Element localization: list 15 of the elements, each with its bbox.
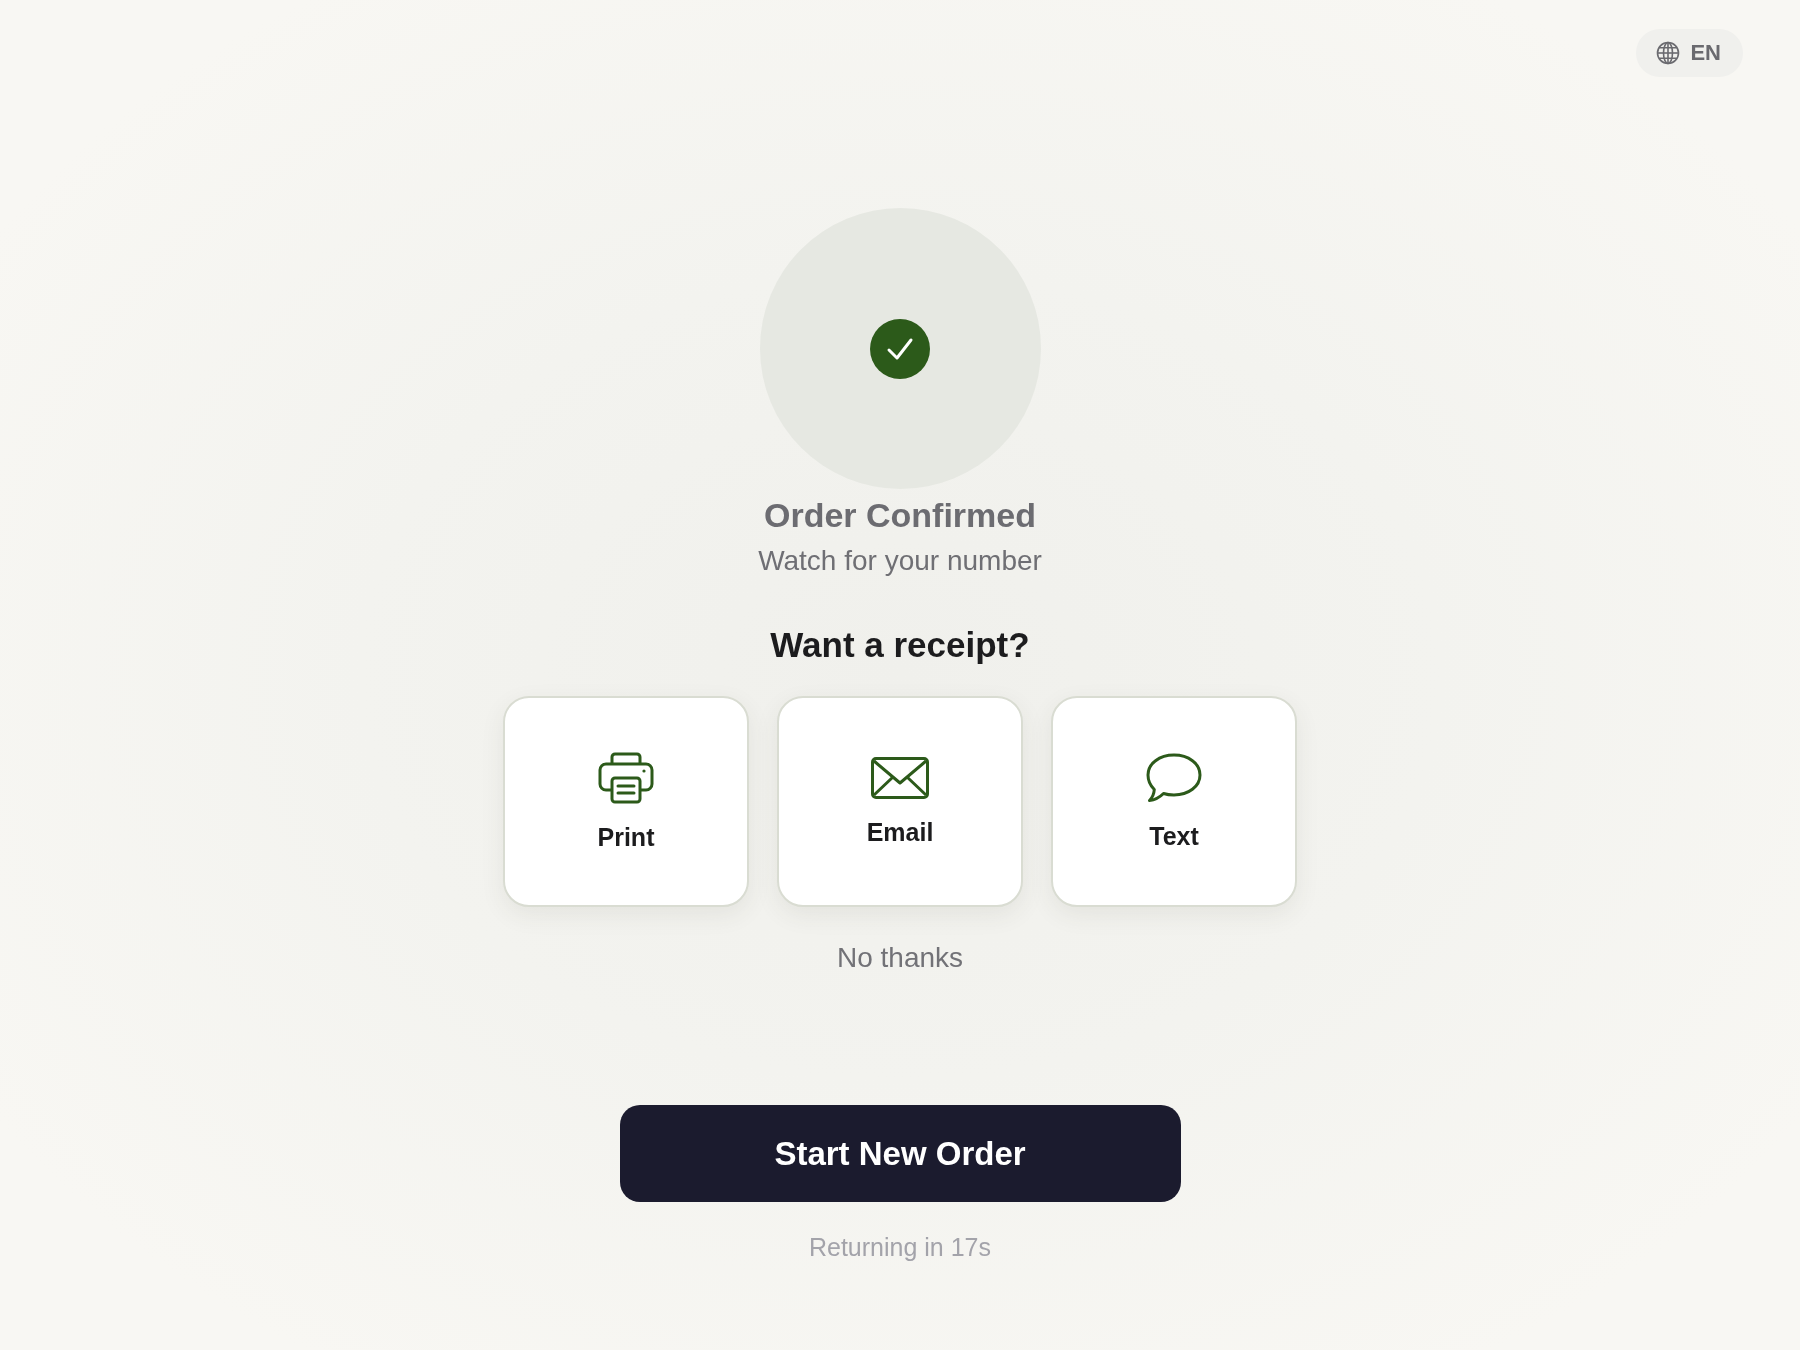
confirmation-subtitle: Watch for your number	[758, 544, 1042, 578]
print-receipt-button[interactable]: Print	[503, 696, 749, 907]
receipt-question: Want a receipt?	[770, 624, 1030, 666]
globe-icon	[1656, 41, 1681, 65]
confirmation-title: Order Confirmed	[763, 495, 1036, 535]
no-thanks-link[interactable]: No thanks	[830, 941, 970, 975]
envelope-icon	[871, 756, 929, 799]
countdown-text: Returning in 17s	[808, 1232, 992, 1262]
start-new-order-button[interactable]: Start New Order	[619, 1105, 1181, 1202]
speech-bubble-icon	[1146, 752, 1202, 803]
printer-icon	[598, 751, 654, 804]
text-receipt-button[interactable]: Text	[1051, 696, 1297, 907]
check-icon	[870, 318, 930, 379]
language-button[interactable]: EN	[1636, 29, 1743, 77]
email-receipt-button[interactable]: Email	[777, 696, 1023, 907]
